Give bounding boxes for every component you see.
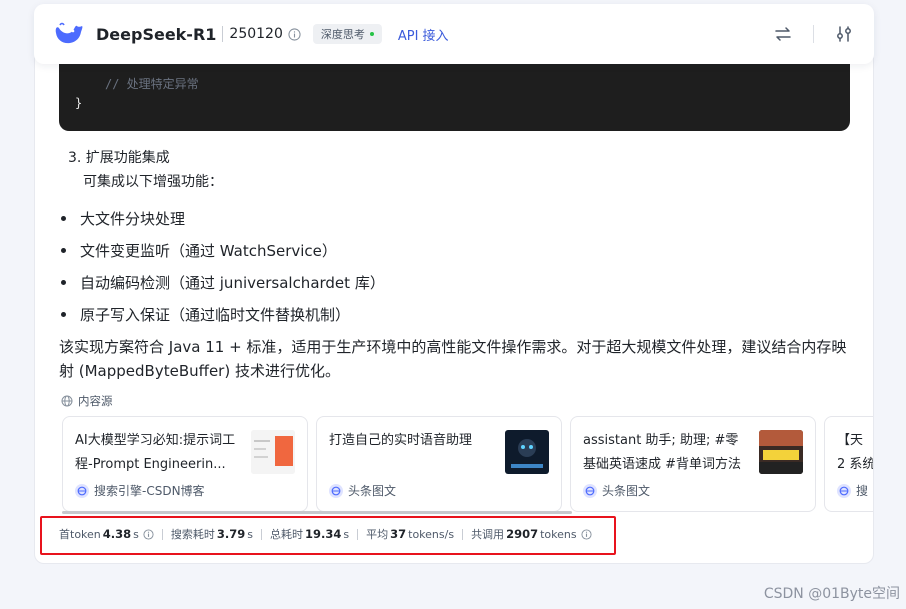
sources-header: 内容源 [61, 393, 113, 409]
source-card-title: assistant 助手; 助理; #零基础英语速成 #背单词方法 [583, 433, 742, 472]
source-origin: 头条图文 [583, 482, 650, 499]
list-item: 自动编码检测（通过 juniversalchardet 库） [61, 266, 385, 298]
divider [813, 25, 814, 43]
deep-think-badge[interactable]: 深度思考 [312, 24, 382, 44]
source-card-title: 打造自己的实时语音助理 [329, 433, 473, 448]
deep-think-label: 深度思考 [320, 28, 365, 41]
source-origin-label: 搜索引擎-CSDN博客 [94, 484, 205, 498]
list-item-text: 原子写入保证（通过临时文件替换机制） [80, 305, 351, 324]
feature-list: 大文件分块处理 文件变更监听（通过 WatchService） 自动编码检测（通… [61, 202, 385, 330]
list-item: 大文件分块处理 [61, 202, 385, 234]
top-bar: DeepSeek-R1 250120 深度思考 API 接入 [34, 4, 874, 64]
source-card[interactable]: AI大模型学习必知:提示词工程-Prompt Engineerin... 搜索引… [62, 416, 308, 512]
swap-button[interactable] [773, 24, 793, 44]
summary-paragraph: 该实现方案符合 Java 11 + 标准，适用于生产环境中的高性能文件操作需求。… [59, 338, 847, 380]
header-actions [773, 24, 854, 44]
source-card-title: AI大模型学习必知:提示词工程-Prompt Engineerin... [75, 433, 236, 472]
globe-icon [61, 395, 73, 407]
deepseek-whale-logo[interactable] [54, 21, 84, 47]
source-origin-label: 头条图文 [348, 484, 397, 498]
article-icon [583, 483, 597, 498]
search-engine-icon [75, 483, 89, 498]
robot-thumbnail [505, 430, 549, 474]
source-cards-row[interactable]: AI大模型学习必知:提示词工程-Prompt Engineerin... 搜索引… [62, 416, 874, 512]
step-title: 3. 扩展功能集成 [68, 150, 170, 166]
list-item-text: 大文件分块处理 [80, 209, 186, 228]
sliders-icon [837, 26, 851, 42]
source-card[interactable]: 打造自己的实时语音助理 头条图文 [316, 416, 562, 512]
model-version: 250120 [229, 26, 283, 42]
source-origin-label: 头条图文 [602, 484, 651, 498]
bullet-dot [61, 279, 66, 285]
article-icon [329, 483, 343, 498]
model-name[interactable]: DeepSeek-R1 [96, 25, 216, 44]
list-item-text: 自动编码检测（通过 juniversalchardet 库） [80, 273, 385, 292]
code-comment: // 处理特定异常 [105, 77, 199, 91]
video-thumbnail [759, 430, 803, 474]
status-dot [369, 32, 374, 36]
list-item-text: 文件变更监听（通过 WatchService） [80, 241, 337, 260]
search-engine-icon [837, 483, 851, 498]
source-origin: 搜 [837, 482, 868, 499]
api-access-link[interactable]: API 接入 [398, 25, 449, 44]
red-annotation-box [40, 516, 616, 555]
source-origin: 搜索引擎-CSDN博客 [75, 482, 205, 499]
bullet-dot [61, 247, 66, 253]
source-origin: 头条图文 [329, 482, 396, 499]
source-card-title: 【天 2 系统 [837, 429, 874, 477]
source-thumbnail [251, 430, 295, 474]
settings-button[interactable] [834, 24, 854, 44]
source-thumbnail [505, 430, 549, 474]
source-card-title-line: 2 系统 [837, 457, 874, 472]
answer-card: // 处理特定异常 } 3. 扩展功能集成 可集成以下增强功能： 大文件分块处理… [34, 50, 874, 564]
bullet-dot [61, 311, 66, 317]
source-thumbnail [759, 430, 803, 474]
info-icon[interactable] [288, 27, 301, 41]
step-description: 可集成以下增强功能： [83, 174, 223, 190]
csdn-watermark: CSDN @01Byte空间 [763, 586, 900, 602]
bullet-dot [61, 215, 66, 221]
code-closing-brace: } [75, 96, 83, 110]
divider [222, 26, 224, 42]
horizontal-scrollbar[interactable] [62, 511, 572, 514]
list-item: 原子写入保证（通过临时文件替换机制） [61, 298, 385, 330]
source-card[interactable]: assistant 助手; 助理; #零基础英语速成 #背单词方法 头条图文 [570, 416, 816, 512]
source-card-title-line: 【天 [837, 433, 864, 448]
source-origin-label: 搜 [856, 484, 869, 498]
source-card[interactable]: 【天 2 系统 搜 [824, 416, 874, 512]
swap-arrows-icon [775, 27, 791, 41]
prompt-slide-thumbnail [251, 430, 295, 474]
list-item: 文件变更监听（通过 WatchService） [61, 234, 385, 266]
sources-label: 内容源 [78, 394, 113, 408]
